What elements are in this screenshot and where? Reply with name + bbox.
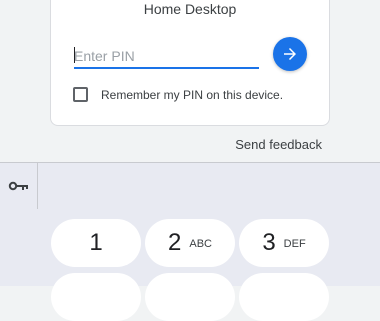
key-2[interactable]: 2 ABC [145, 219, 235, 267]
key-1[interactable]: 1 [51, 219, 141, 267]
key-4[interactable] [51, 273, 141, 321]
on-screen-keyboard: 1 2 ABC 3 DEF [0, 162, 380, 321]
key-letters: ABC [189, 238, 212, 250]
key-5[interactable] [145, 273, 235, 321]
text-caret [74, 47, 75, 63]
password-manager-button[interactable] [0, 163, 38, 209]
key-letters: DEF [283, 238, 306, 250]
keyboard-suggestion-bar [0, 163, 380, 209]
pin-input[interactable] [74, 45, 259, 67]
remember-pin-label: Remember my PIN on this device. [101, 87, 284, 102]
key-digit: 2 [168, 229, 182, 256]
submit-button[interactable] [273, 37, 307, 71]
key-digit: 3 [262, 229, 276, 256]
pin-field[interactable] [74, 45, 259, 69]
arrow-right-icon [284, 48, 296, 60]
key-6[interactable] [239, 273, 329, 321]
dialog-title: Home Desktop [143, 1, 237, 17]
send-feedback-link[interactable]: Send feedback [235, 137, 322, 152]
key-3[interactable]: 3 DEF [239, 219, 329, 267]
remember-pin-checkbox[interactable] [73, 87, 88, 102]
remember-pin-option[interactable]: Remember my PIN on this device. [73, 87, 283, 102]
key-icon [8, 181, 28, 191]
pin-dialog: Home Desktop Remember my PIN on this dev… [50, 0, 330, 126]
key-digit: 1 [89, 229, 103, 256]
